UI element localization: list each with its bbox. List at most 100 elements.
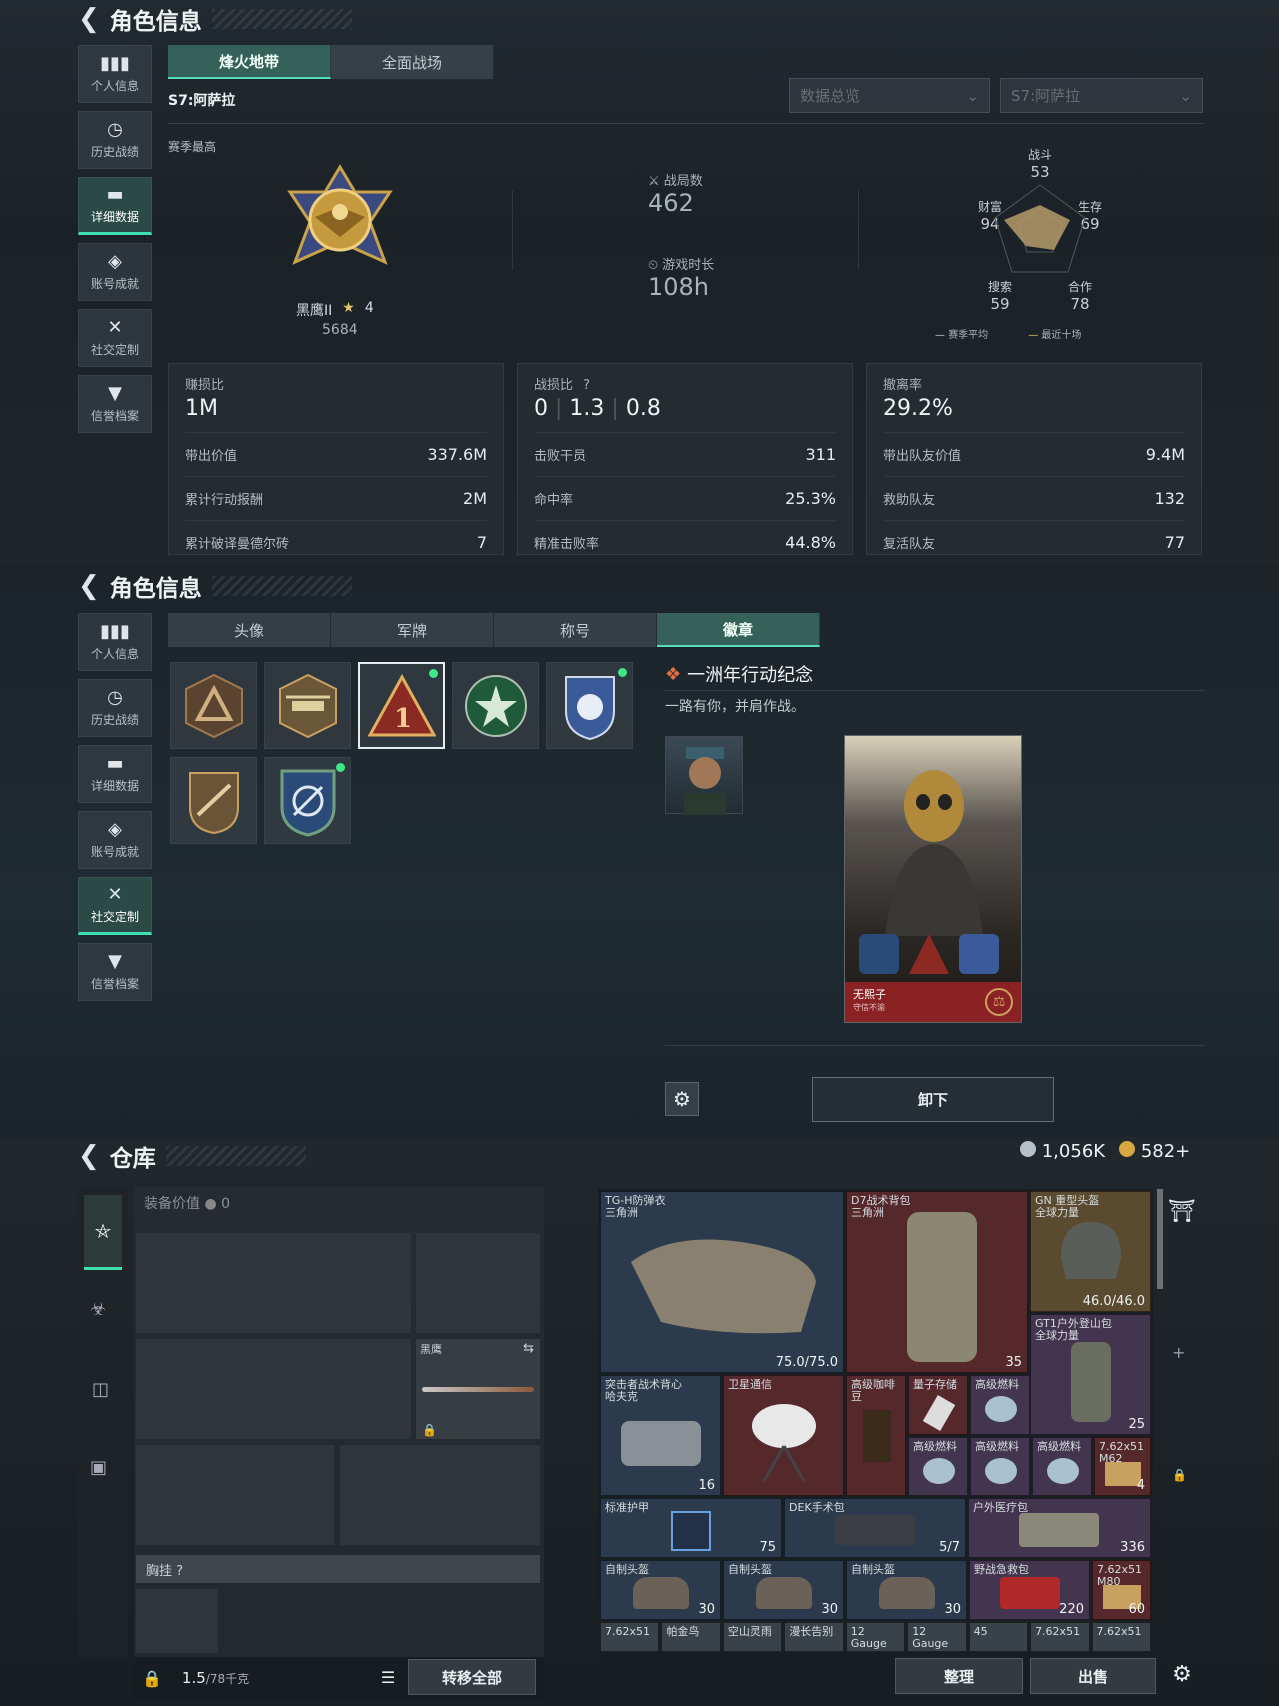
dropdown-value: S7:阿萨拉 bbox=[1011, 87, 1081, 105]
transfer-all-button[interactable]: 转移全部 bbox=[408, 1659, 536, 1695]
armor-tab-icon[interactable]: ☣ bbox=[90, 1299, 106, 1320]
item-cell[interactable]: 户外医疗包 336 bbox=[968, 1498, 1151, 1558]
item-cell[interactable]: 45 bbox=[968, 1622, 1029, 1652]
gear-icon[interactable]: ⚙ bbox=[1170, 1657, 1194, 1691]
scrollbar[interactable] bbox=[1157, 1189, 1163, 1289]
data-overview-dropdown[interactable]: 数据总览 ⌄ bbox=[789, 78, 990, 113]
item-cell[interactable]: 自制头盔 30 bbox=[846, 1560, 967, 1620]
helmet-slot[interactable] bbox=[136, 1445, 334, 1545]
pistol-slot[interactable] bbox=[416, 1233, 540, 1333]
coin-icon: ● bbox=[204, 1196, 217, 1212]
item-cell[interactable]: 高级燃料 bbox=[970, 1437, 1030, 1496]
item-cell[interactable]: D7战术背包 三角洲 35 bbox=[846, 1191, 1028, 1373]
item-cell[interactable]: 自制头盔 30 bbox=[600, 1560, 721, 1620]
tab-hazard-zone[interactable]: 烽火地带 bbox=[168, 45, 331, 79]
gear-icon[interactable]: ⚙ bbox=[665, 1082, 699, 1116]
vault-icon[interactable]: ⛩ bbox=[1168, 1199, 1196, 1224]
nav-personal-info[interactable]: ▮▮▮ 个人信息 bbox=[78, 613, 152, 671]
stat-row: 累计破译曼德尔砖 7 bbox=[185, 520, 487, 564]
item-cell[interactable]: 12 Gauge bbox=[845, 1622, 906, 1652]
nav-social-custom[interactable]: ✕ 社交定制 bbox=[78, 877, 152, 935]
back-arrow-icon[interactable]: ❮ bbox=[78, 1141, 100, 1171]
item-cell[interactable]: 卫星通信 bbox=[723, 1375, 844, 1496]
back-arrow-icon[interactable]: ❮ bbox=[78, 4, 100, 34]
nav-history[interactable]: ◷ 历史战绩 bbox=[78, 111, 152, 169]
item-cell[interactable]: 自制头盔 30 bbox=[723, 1560, 844, 1620]
season-dropdown[interactable]: S7:阿萨拉 ⌄ bbox=[1000, 78, 1203, 113]
nav-history[interactable]: ◷ 历史战绩 bbox=[78, 679, 152, 737]
nav-detailed-data[interactable]: ▬ 详细数据 bbox=[78, 745, 152, 803]
gold-currency[interactable]: 582+ bbox=[1119, 1141, 1190, 1162]
badge-slot[interactable] bbox=[170, 662, 257, 749]
nav-achievements[interactable]: ◈ 账号成就 bbox=[78, 811, 152, 869]
item-cell[interactable]: 高级咖啡豆 bbox=[846, 1375, 906, 1496]
tab-full-war[interactable]: 全面战场 bbox=[331, 45, 494, 79]
item-cell[interactable]: 7.62x51 bbox=[1030, 1622, 1090, 1652]
vest-icon bbox=[621, 1421, 701, 1466]
item-cell[interactable]: 12 Gauge bbox=[907, 1622, 967, 1652]
item-cell[interactable]: 高级燃料 bbox=[1032, 1437, 1092, 1496]
item-cell[interactable]: 漫长告别 bbox=[784, 1622, 844, 1652]
item-name: 标准护甲 bbox=[605, 1501, 649, 1514]
item-cell[interactable]: 量子存储 bbox=[908, 1375, 968, 1435]
secondary-weapon-slot[interactable] bbox=[136, 1339, 411, 1439]
item-cell[interactable]: 空山灵雨 bbox=[722, 1622, 783, 1652]
item-cell[interactable]: 突击者战术背心 哈夫克 16 bbox=[600, 1375, 721, 1496]
nav-social-custom[interactable]: ✕ 社交定制 bbox=[78, 309, 152, 367]
armor-slot[interactable] bbox=[340, 1445, 540, 1545]
swap-icon[interactable]: ⇆ bbox=[523, 1341, 534, 1356]
nav-label: 详细数据 bbox=[90, 779, 139, 793]
nav-reputation[interactable]: ▼ 信誉档案 bbox=[78, 943, 152, 1001]
primary-weapon-slot[interactable] bbox=[136, 1233, 411, 1333]
nav-personal-info[interactable]: ▮▮▮ 个人信息 bbox=[78, 45, 152, 103]
item-cell[interactable]: 标准护甲 75 bbox=[600, 1498, 782, 1558]
back-arrow-icon[interactable]: ❮ bbox=[78, 571, 100, 601]
item-cell[interactable]: GT1户外登山包 全球力量 25 bbox=[1030, 1314, 1151, 1435]
tab-avatar[interactable]: 头像 bbox=[168, 613, 331, 647]
season-best-label: 赛季最高 bbox=[168, 140, 217, 154]
toolbox-tab-icon[interactable]: ▣ bbox=[90, 1457, 107, 1478]
sell-button[interactable]: 出售 bbox=[1030, 1658, 1156, 1694]
badge-slot[interactable] bbox=[170, 757, 257, 844]
knife-slot[interactable]: 黑鹰 ⇆ 🔒 bbox=[416, 1339, 540, 1439]
card-title: 战损比 ? bbox=[534, 374, 836, 393]
weapon-tab-icon[interactable]: ⛤ bbox=[84, 1195, 122, 1270]
help-icon[interactable]: ? bbox=[176, 1564, 183, 1579]
badge-slot-selected[interactable]: 1 bbox=[358, 662, 445, 749]
tab-title[interactable]: 称号 bbox=[494, 613, 657, 647]
nav-achievements[interactable]: ◈ 账号成就 bbox=[78, 243, 152, 301]
lock-icon[interactable]: 🔒 bbox=[142, 1669, 162, 1688]
ammo-box-icon bbox=[1105, 1462, 1141, 1486]
unequip-button[interactable]: 卸下 bbox=[812, 1077, 1054, 1122]
lock-icon[interactable]: 🔒 bbox=[1172, 1468, 1187, 1482]
knife-label: 黑鹰 bbox=[420, 1343, 442, 1356]
coffee-bag-icon bbox=[863, 1410, 891, 1462]
item-cell[interactable]: GN 重型头盔 全球力量 46.0/46.0 bbox=[1030, 1191, 1151, 1312]
item-cell[interactable]: 7.62x51 bbox=[1091, 1622, 1151, 1652]
item-cell[interactable]: 帕金鸟 bbox=[661, 1622, 721, 1652]
help-icon[interactable]: ? bbox=[583, 378, 590, 393]
badge-slot[interactable] bbox=[264, 757, 351, 844]
badge-slot[interactable] bbox=[546, 662, 633, 749]
item-cell[interactable]: 高级燃料 bbox=[970, 1375, 1030, 1435]
item-cell[interactable]: 野战急救包 220 bbox=[969, 1560, 1090, 1620]
item-cell[interactable]: DEK手术包 5/7 bbox=[784, 1498, 966, 1558]
item-cell[interactable]: 7.62x51 M62 4 bbox=[1094, 1437, 1151, 1496]
nav-reputation[interactable]: ▼ 信誉档案 bbox=[78, 375, 152, 433]
item-cell[interactable]: 高级燃料 bbox=[908, 1437, 968, 1496]
item-cell[interactable]: 7.62x51 bbox=[600, 1622, 660, 1652]
item-cell[interactable]: 7.62x51 M80 60 bbox=[1092, 1560, 1151, 1620]
badge-slot[interactable] bbox=[452, 662, 539, 749]
equipped-dot bbox=[618, 668, 627, 677]
backpack-tab-icon[interactable]: ◫ bbox=[92, 1379, 109, 1400]
chest-rig-slot[interactable] bbox=[136, 1589, 218, 1653]
plus-icon[interactable]: + bbox=[1172, 1343, 1185, 1362]
sort-button[interactable]: 整理 bbox=[895, 1658, 1023, 1694]
tab-dog-tag[interactable]: 军牌 bbox=[331, 613, 494, 647]
list-icon[interactable]: ☰ bbox=[374, 1659, 402, 1695]
nav-detailed-data[interactable]: ▬ 详细数据 bbox=[78, 177, 152, 235]
badge-slot[interactable] bbox=[264, 662, 351, 749]
kd-value-b: 1.3 bbox=[569, 396, 605, 421]
tab-badge[interactable]: 徽章 bbox=[657, 613, 820, 647]
item-cell[interactable]: TG-H防弹衣 三角洲 75.0/75.0 bbox=[600, 1191, 844, 1373]
